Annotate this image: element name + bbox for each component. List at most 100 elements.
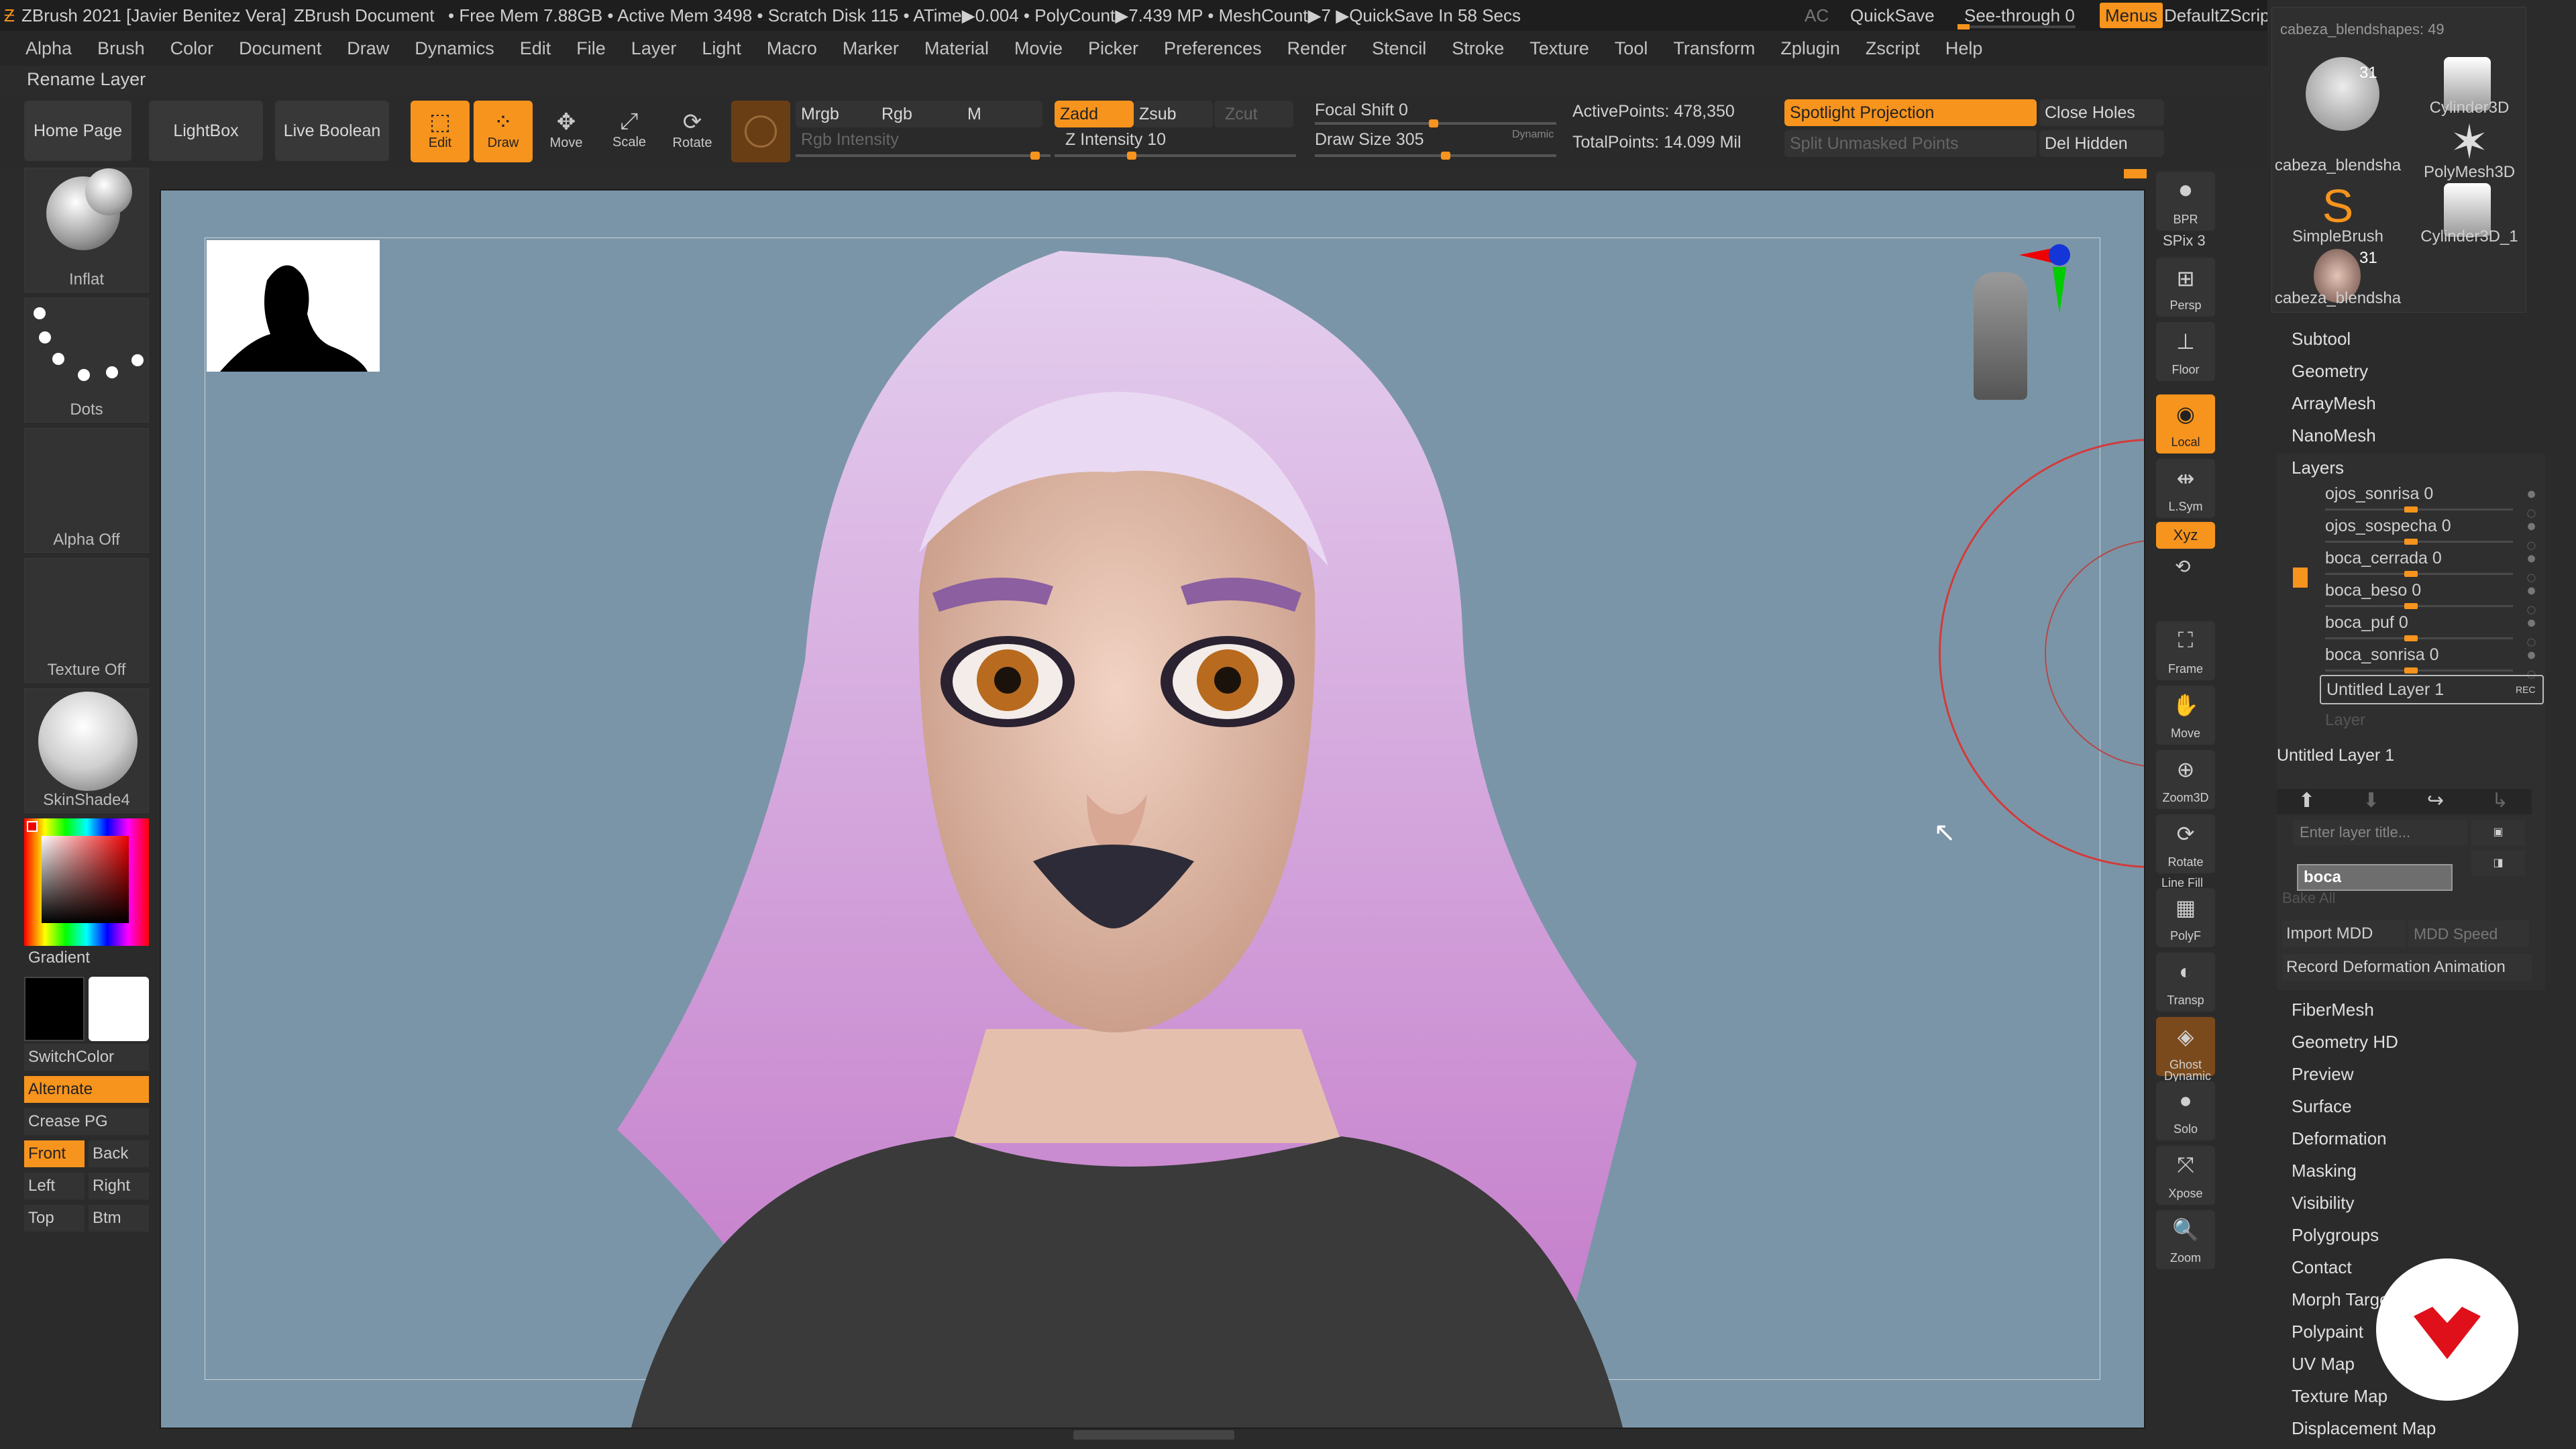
- right-view-button[interactable]: Right: [89, 1173, 149, 1199]
- menu-light[interactable]: Light: [702, 38, 741, 58]
- rgb-intensity-slider[interactable]: Rgb Intensity: [801, 130, 899, 150]
- switch-color-button[interactable]: SwitchColor: [24, 1044, 149, 1071]
- rotate-button[interactable]: ⟳ Rotate: [663, 101, 722, 162]
- deformation-section[interactable]: Deformation: [2292, 1128, 2387, 1149]
- rec-toggle[interactable]: REC: [2516, 676, 2536, 703]
- menu-transform[interactable]: Transform: [1673, 38, 1755, 58]
- main-color-swatch[interactable]: [24, 977, 85, 1041]
- home-page-button[interactable]: Home Page: [24, 101, 131, 161]
- z-intensity-slider[interactable]: Z Intensity 10: [1065, 130, 1166, 150]
- menu-movie[interactable]: Movie: [1014, 38, 1063, 58]
- tool-cylinder3d[interactable]: Cylinder3D: [2404, 50, 2535, 117]
- zoom-button[interactable]: 🔍 Zoom: [2156, 1210, 2215, 1269]
- menu-material[interactable]: Material: [924, 38, 989, 58]
- layers-scrollbar-thumb[interactable]: [2293, 568, 2308, 588]
- tool-cylinder3d-1[interactable]: Cylinder3D_1: [2404, 179, 2535, 246]
- zoom3d-button[interactable]: ⊕ Zoom3D: [2156, 750, 2215, 809]
- color-picker[interactable]: [24, 818, 149, 946]
- polyf-button[interactable]: ▦ PolyF: [2156, 888, 2215, 947]
- menu-help[interactable]: Help: [1945, 38, 1983, 58]
- focal-shift-slider[interactable]: Focal Shift 0: [1315, 101, 1408, 120]
- solo-button[interactable]: ● Solo: [2156, 1081, 2215, 1140]
- tool-simplebrush[interactable]: S SimpleBrush: [2272, 179, 2404, 246]
- menu-file[interactable]: File: [576, 38, 606, 58]
- layer-item[interactable]: boca_beso 0 ● ◌: [2325, 581, 2536, 619]
- back-view-button[interactable]: Back: [89, 1140, 149, 1167]
- menu-document[interactable]: Document: [239, 38, 321, 58]
- menus-button[interactable]: Menus: [2100, 3, 2163, 28]
- draw-button[interactable]: ⁘ Draw: [474, 101, 533, 162]
- zcut-button[interactable]: Zcut: [1214, 101, 1293, 127]
- menu-color[interactable]: Color: [170, 38, 214, 58]
- color-swatch-button[interactable]: [731, 101, 790, 162]
- displacement-map-section[interactable]: Displacement Map: [2292, 1418, 2436, 1439]
- contact-section[interactable]: Contact: [2292, 1257, 2352, 1278]
- menu-zplugin[interactable]: Zplugin: [1780, 38, 1840, 58]
- layer-item[interactable]: ojos_sospecha 0 ● ◌: [2325, 517, 2536, 555]
- zadd-button[interactable]: Zadd: [1055, 101, 1134, 127]
- local-button[interactable]: ◉ Local: [2156, 394, 2215, 453]
- polypaint-section[interactable]: Polypaint: [2292, 1322, 2363, 1342]
- layer-item[interactable]: boca_puf 0 ● ◌: [2325, 613, 2536, 651]
- move-view-button[interactable]: ✋ Move: [2156, 686, 2215, 745]
- scale-button[interactable]: ⤢ Scale: [600, 101, 659, 162]
- preview-section[interactable]: Preview: [2292, 1064, 2353, 1085]
- geometry-hd-section[interactable]: Geometry HD: [2292, 1032, 2398, 1053]
- m-button[interactable]: M: [957, 101, 1042, 127]
- secondary-color-swatch[interactable]: [89, 977, 149, 1041]
- move-up-icon[interactable]: ⬆: [2298, 789, 2315, 812]
- layer-item[interactable]: boca_sonrisa 0 ● ◌: [2325, 645, 2536, 684]
- rgb-button[interactable]: Rgb: [876, 101, 962, 127]
- canvas-viewport[interactable]: ↖: [160, 189, 2145, 1429]
- menu-zscript[interactable]: Zscript: [1866, 38, 1920, 58]
- layer-item[interactable]: boca_cerrada 0 ● ◌: [2325, 549, 2536, 587]
- import-mdd-button[interactable]: Import MDD: [2282, 920, 2406, 947]
- brush-picker[interactable]: Inflat: [24, 168, 149, 292]
- draw-size-slider[interactable]: Draw Size 305: [1315, 130, 1424, 150]
- tool-cabeza-blendshapes[interactable]: 31 cabeza_blendsha: [2272, 50, 2404, 174]
- spix-slider[interactable]: SPix 3: [2163, 232, 2206, 250]
- subtool-section[interactable]: Subtool: [2292, 329, 2351, 350]
- bake-all-button[interactable]: Bake All: [2282, 890, 2336, 907]
- duplicate-layer-icon[interactable]: ◨: [2471, 851, 2525, 876]
- transp-button[interactable]: ◐ Transp: [2156, 953, 2215, 1012]
- mdd-speed-slider[interactable]: MDD Speed: [2408, 920, 2529, 947]
- axis-gizmo-icon[interactable]: [2019, 233, 2073, 321]
- layer-name-input[interactable]: [2297, 864, 2453, 891]
- polygroups-section[interactable]: Polygroups: [2292, 1225, 2379, 1246]
- default-zscript-button[interactable]: DefaultZScript: [2164, 0, 2275, 31]
- mrgb-button[interactable]: Mrgb: [796, 101, 881, 127]
- menu-texture[interactable]: Texture: [1529, 38, 1589, 58]
- dynamic-toggle[interactable]: Dynamic: [1512, 129, 1554, 141]
- menu-marker[interactable]: Marker: [843, 38, 899, 58]
- zsub-button[interactable]: Zsub: [1134, 101, 1213, 127]
- floor-button[interactable]: ⊥ Floor: [2156, 322, 2215, 381]
- bottom-tray-handle[interactable]: [1073, 1430, 1234, 1440]
- lsym-button[interactable]: ⇹ L.Sym: [2156, 459, 2215, 518]
- uv-map-section[interactable]: UV Map: [2292, 1354, 2355, 1375]
- bpr-button[interactable]: ● BPR: [2156, 172, 2215, 231]
- fibermesh-section[interactable]: FiberMesh: [2292, 1000, 2374, 1020]
- character-model[interactable]: [161, 191, 2145, 1429]
- spotlight-projection-button[interactable]: Spotlight Projection: [1784, 99, 2037, 126]
- rotate-view-button[interactable]: ⟳ Rotate: [2156, 814, 2215, 873]
- arraymesh-section[interactable]: ArrayMesh: [2292, 393, 2376, 414]
- alpha-picker[interactable]: Alpha Off: [24, 428, 149, 553]
- rotate-axis-icon[interactable]: ⟲: [2175, 555, 2190, 578]
- menu-edit[interactable]: Edit: [520, 38, 551, 58]
- alternate-button[interactable]: Alternate: [24, 1076, 149, 1103]
- persp-button[interactable]: ⊞ Persp: [2156, 258, 2215, 317]
- masking-section[interactable]: Masking: [2292, 1161, 2357, 1181]
- menu-macro[interactable]: Macro: [767, 38, 817, 58]
- menu-tool[interactable]: Tool: [1615, 38, 1648, 58]
- lightbox-button[interactable]: LightBox: [149, 101, 263, 161]
- xyz-button[interactable]: Xyz: [2156, 522, 2215, 549]
- crease-pg-button[interactable]: Crease PG: [24, 1108, 149, 1135]
- texture-picker[interactable]: Texture Off: [24, 558, 149, 683]
- tool-polymesh3d[interactable]: ✶ PolyMesh3D: [2404, 115, 2535, 181]
- record-deformation-button[interactable]: Record Deformation Animation: [2282, 954, 2532, 981]
- menu-brush[interactable]: Brush: [97, 38, 145, 58]
- bottom-view-button[interactable]: Btm: [89, 1205, 149, 1232]
- tool-cabeza-blendshapes-2[interactable]: 31 cabeza_blendsha: [2272, 244, 2404, 308]
- split-unmasked-button[interactable]: Split Unmasked Points: [1784, 130, 2037, 157]
